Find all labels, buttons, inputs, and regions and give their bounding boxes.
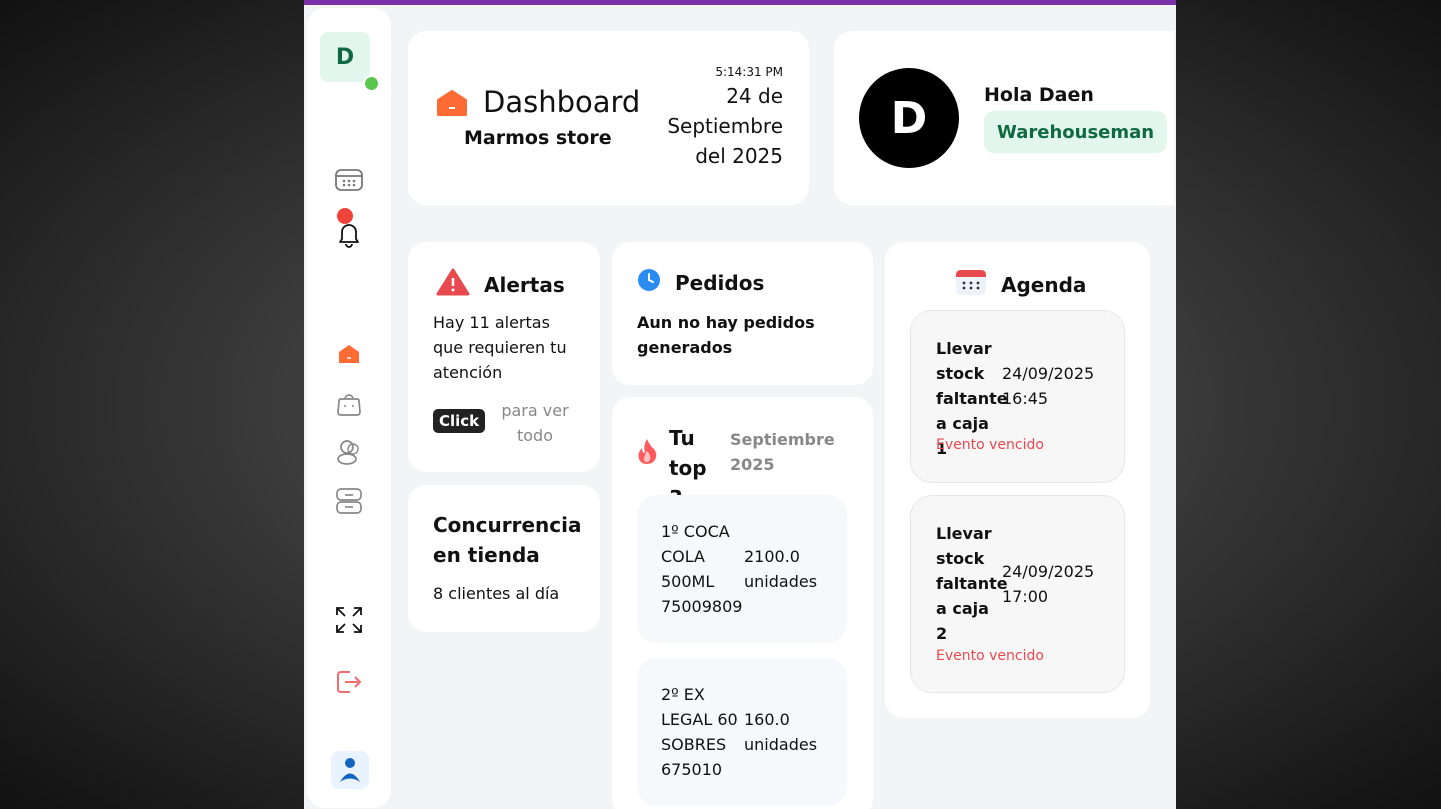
app-window: D Dashboard Marmos store 5:14:31 PM 24 d… [304,0,1176,809]
dashboard-header-card: Dashboard Marmos store 5:14:31 PM 24 de … [408,31,809,205]
current-time: 5:14:31 PM [715,65,783,79]
brand-logo-icon [331,751,369,789]
user-avatar-square[interactable]: D [320,32,370,82]
role-badge: Warehouseman [984,111,1168,153]
store-name: Marmos store [464,127,612,149]
server-icon[interactable] [333,485,365,517]
page-title: Dashboard [483,85,641,119]
user-card: D Hola Daen Warehouseman [834,31,1174,205]
list-item[interactable]: 1º COCA COLA 500ML 75009809 2100.0 unida… [637,495,847,643]
home-icon[interactable] [333,338,365,370]
traffic-card: Concurrencia en tienda 8 clientes al día [408,485,600,632]
avatar[interactable]: D [859,68,959,168]
product-quantity: 2100.0 unidades [744,547,818,591]
shopping-bag-icon[interactable] [333,388,365,420]
agenda-item[interactable]: Llevar stock faltante a caja 1 24/09/202… [910,310,1125,483]
warning-icon [436,268,470,301]
calendar-icon[interactable] [333,164,365,196]
clock-icon [637,268,661,297]
logout-icon[interactable] [333,666,365,698]
alerts-message: Hay 11 alertas que requieren tu atención [433,313,567,382]
alerts-title: Alertas [484,272,565,297]
agenda-status: Evento vencido [936,437,1044,453]
online-status-dot [363,75,380,92]
greeting: Hola Daen [984,84,1094,106]
top-products-card: Tu top 3 Septiembre 2025 1º COCA COLA 50… [612,397,873,809]
agenda-title: Agenda [1001,272,1087,297]
calendar-icon [955,268,987,301]
product-name: 1º COCA COLA 500ML 75009809 [661,522,743,616]
click-button[interactable]: Click [433,409,486,433]
accent-bar [304,0,1176,5]
product-quantity: 160.0 unidades [744,710,818,754]
notification-dot [337,208,353,224]
orders-card: Pedidos Aun no hay pedidos generados [612,242,873,385]
top-month: Septiembre 2025 [730,430,835,474]
users-icon[interactable] [333,436,365,468]
agenda-status: Evento vencido [936,648,1044,664]
orders-title: Pedidos [675,270,765,295]
traffic-value: 8 clientes al día [433,584,560,603]
orders-message: Aun no hay pedidos generados [637,313,815,357]
current-date: 24 de Septiembre del 2025 [667,84,783,168]
alerts-card: Alertas Hay 11 alertas que requieren tu … [408,242,600,472]
agenda-card: Agenda Llevar stock faltante a caja 1 24… [885,242,1150,718]
expand-icon[interactable] [333,604,365,636]
home-icon [436,89,468,121]
see-all-link[interactable]: para ver todo [492,398,578,448]
sidebar: D [307,8,391,808]
agenda-datetime: 24/09/2025 16:45 [1002,364,1095,408]
fire-icon [636,437,658,469]
agenda-datetime: 24/09/2025 17:00 [1002,562,1095,606]
agenda-text: Llevar stock faltante a caja 2 [936,524,1008,643]
list-item[interactable]: 2º EX LEGAL 60 SOBRES 675010 160.0 unida… [637,658,847,806]
product-name: 2º EX LEGAL 60 SOBRES 675010 [661,685,738,779]
agenda-item[interactable]: Llevar stock faltante a caja 2 24/09/202… [910,495,1125,693]
traffic-title: Concurrencia en tienda [433,513,582,567]
